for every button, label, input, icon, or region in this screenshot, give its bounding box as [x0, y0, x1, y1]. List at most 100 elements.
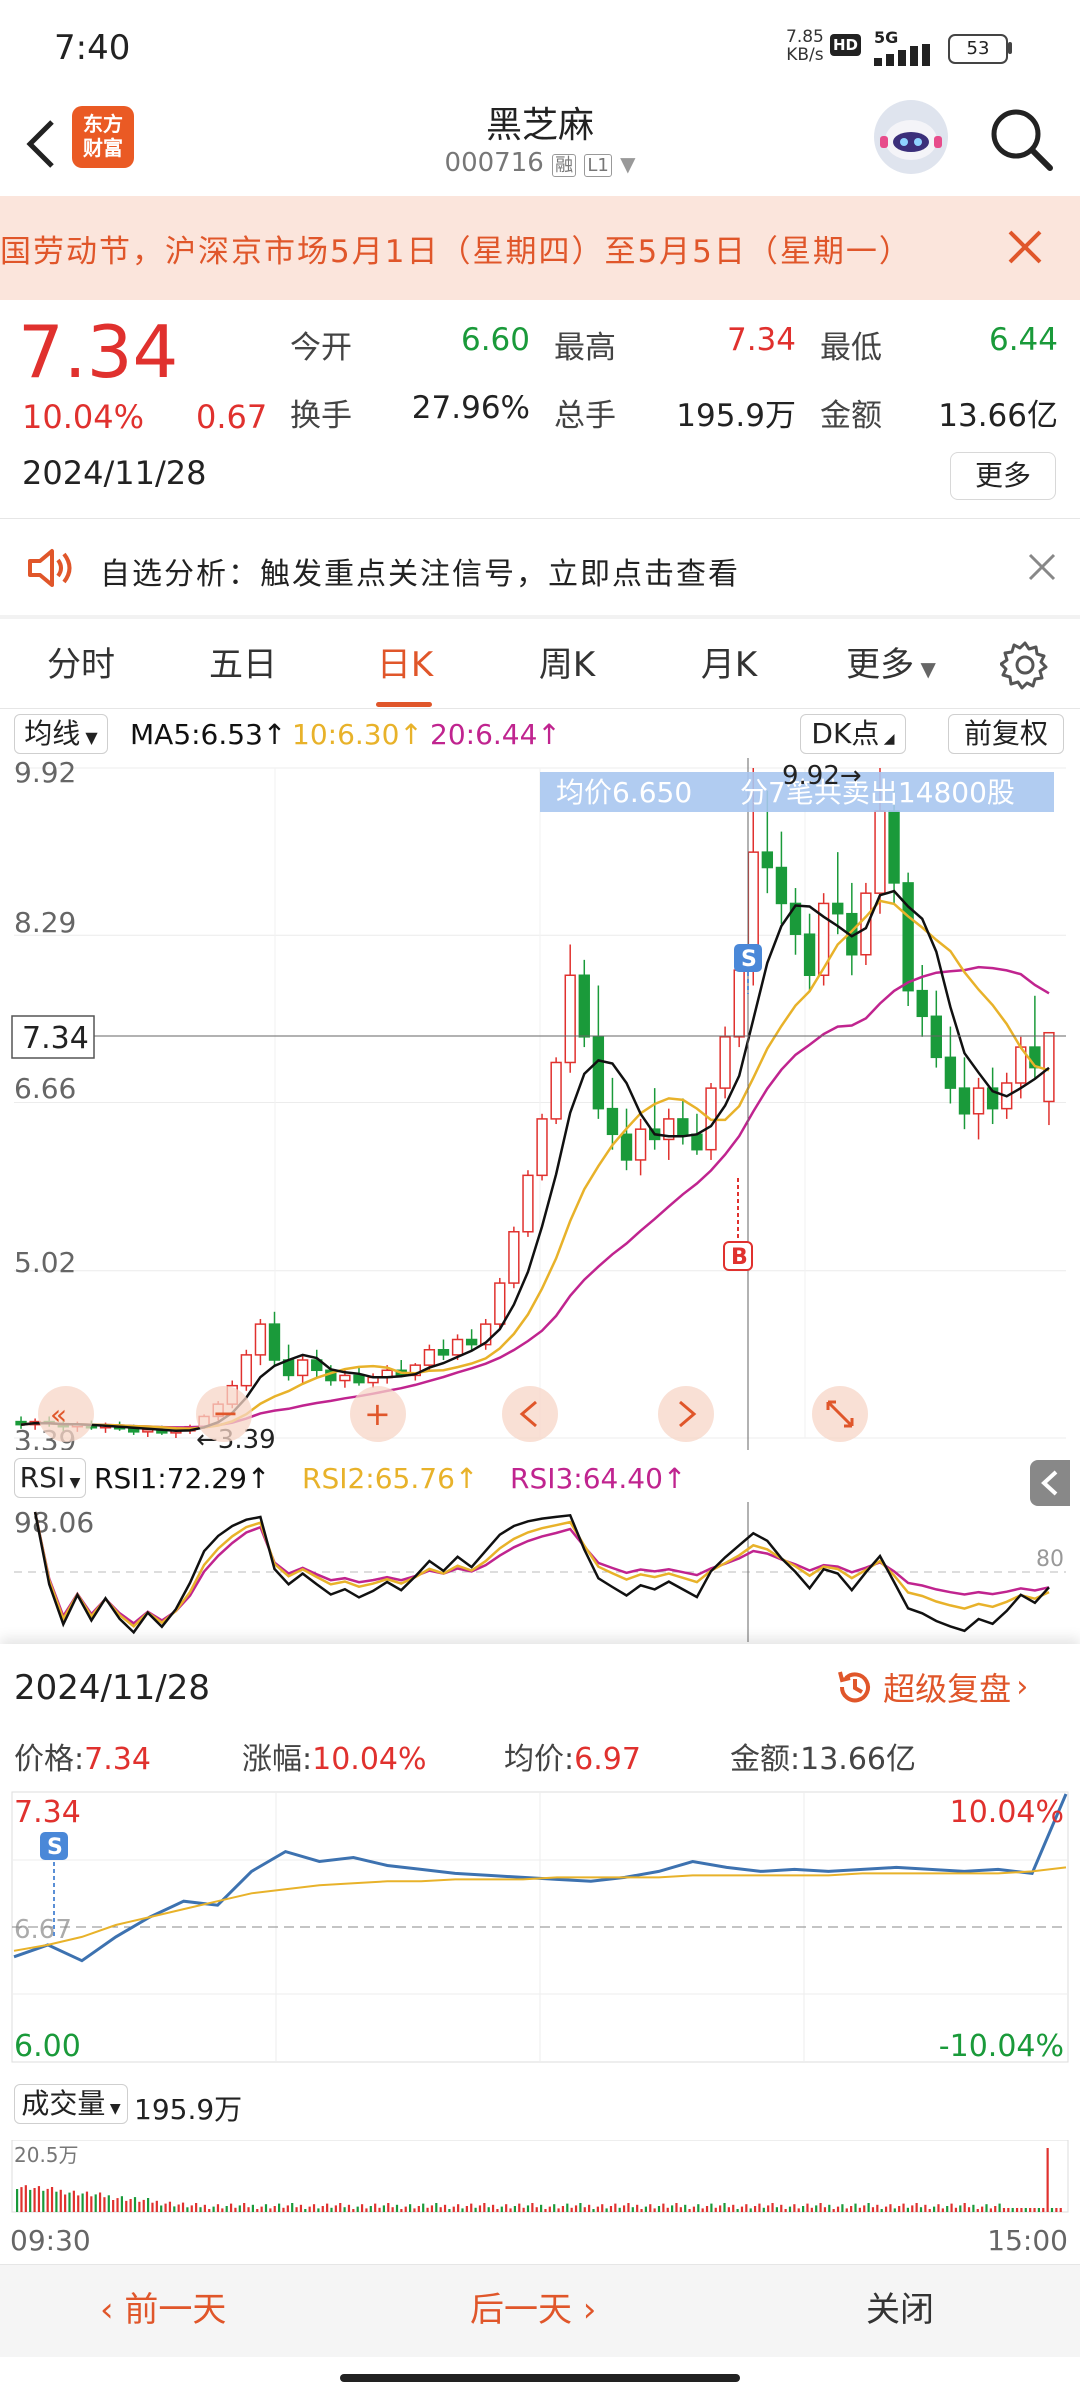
volume-label: 总手: [554, 398, 616, 434]
volume-bar: [692, 2206, 696, 2212]
volume-bar: [998, 2203, 1001, 2212]
volume-bar: [395, 2204, 399, 2212]
volume-bar: [561, 2206, 565, 2212]
volume-bar: [435, 2203, 438, 2212]
volume-bar: [1059, 2208, 1062, 2212]
volume-bar: [334, 2205, 337, 2212]
settings-button[interactable]: [999, 640, 1050, 690]
search-button[interactable]: [986, 104, 1056, 174]
more-quote-button[interactable]: 更多: [950, 452, 1056, 500]
status-bar: 7:40 7.85 KB/s HD 5G 53: [0, 0, 1080, 96]
volume-bar: [710, 2203, 713, 2212]
volume-bar: [867, 2203, 870, 2212]
scroll-start-button[interactable]: «: [38, 1386, 94, 1442]
back-button[interactable]: [14, 108, 70, 178]
volume-bar: [1011, 2208, 1014, 2212]
volume-frame: [11, 2140, 1069, 2213]
logo-line1: 东方: [83, 112, 123, 136]
fullscreen-button[interactable]: [812, 1386, 868, 1442]
volume-bar: [684, 2204, 687, 2212]
volume-bar: [941, 2208, 944, 2212]
indicator-select[interactable]: 均线 ▼: [14, 714, 108, 754]
candle: [1043, 1031, 1055, 1103]
close-replay-button[interactable]: 关闭: [866, 2265, 934, 2355]
volume-bar: [981, 2206, 984, 2212]
volume-bar: [208, 2209, 211, 2212]
prev-day-button[interactable]: ‹ 前一天: [100, 2265, 226, 2355]
margin-tag: 融: [552, 154, 577, 177]
robot-assistant-icon[interactable]: [874, 100, 948, 174]
kline-grid: [14, 767, 1066, 1439]
intraday-sell-marker-text: S: [47, 1835, 63, 1860]
volume-bar: [42, 2190, 45, 2212]
tab-intraday[interactable]: 分时: [6, 620, 156, 710]
volume-bar: [387, 2203, 390, 2212]
y-label-5: 5.02: [14, 1246, 76, 1279]
analysis-banner[interactable]: 自选分析：触发重点关注信号，立即点击查看: [0, 519, 1080, 615]
analysis-close-button[interactable]: [1024, 549, 1060, 585]
tab-monthly-k[interactable]: 月K: [654, 620, 804, 710]
volume-bar: [841, 2204, 844, 2212]
volume-bar: [819, 2203, 822, 2212]
volume-bars: [16, 2148, 1062, 2212]
low-label: 最低: [820, 330, 882, 366]
candle: [339, 1374, 351, 1382]
dropdown-icon: ▼: [620, 152, 636, 176]
volume-bar: [863, 2205, 866, 2212]
volume-bar: [409, 2204, 412, 2212]
intraday-pct-bottom: -10.04%: [939, 2029, 1064, 2064]
volume-bar: [216, 2204, 220, 2212]
scroll-right-button[interactable]: [658, 1386, 714, 1442]
replay-price-label: 价格:: [14, 1742, 85, 1777]
candle: [789, 902, 802, 935]
volume-bar: [788, 2206, 792, 2212]
replay-price: 价格:7.34: [14, 1734, 151, 1778]
candle: [508, 1231, 520, 1284]
replay-price-value: 7.34: [84, 1742, 151, 1777]
replay-amount: 金额:13.66亿: [730, 1734, 916, 1778]
rsi2-value: RSI2:65.76↑: [302, 1462, 479, 1495]
candle: [437, 1349, 450, 1356]
volume-bar: [256, 2209, 259, 2212]
intraday-chart[interactable]: 7.34 6.67 6.00 10.04% -10.04% S: [0, 1788, 1080, 2132]
volume-bar: [1029, 2208, 1032, 2212]
super-replay-button[interactable]: 超级复盘 ›: [832, 1664, 1028, 1710]
volume-bar: [933, 2206, 936, 2212]
next-day-button[interactable]: 后一天 ›: [470, 2265, 596, 2355]
volume-bar: [103, 2197, 106, 2212]
candle: [888, 810, 900, 884]
dk-point-button[interactable]: DK点 ◢: [800, 714, 906, 754]
replay-amount-label: 金额:: [730, 1742, 801, 1777]
collapse-panel-button[interactable]: [1030, 1460, 1070, 1506]
max-price-marker: 9.92→: [782, 761, 862, 791]
zoom-out-button[interactable]: −: [196, 1386, 252, 1442]
battery-level: 53: [966, 38, 990, 59]
y-label-2: 8.29: [14, 906, 76, 939]
volume-bar: [850, 2206, 853, 2212]
tab-weekly-k[interactable]: 周K: [492, 620, 642, 710]
volume-select[interactable]: 成交量 ▼: [14, 2084, 128, 2124]
kline-chart[interactable]: 9.92 8.29 6.66 5.02 3.39 7.34 均价6.650 分7…: [0, 758, 1080, 1450]
tab-more[interactable]: 更多 ▼: [816, 620, 966, 710]
volume-bar: [286, 2205, 289, 2212]
tab-daily-k[interactable]: 日K: [330, 620, 480, 710]
rsi1-value: RSI1:72.29↑: [94, 1462, 271, 1495]
volume-bar: [155, 2200, 158, 2212]
rsi3-value: RSI3:64.40↑: [510, 1462, 687, 1495]
volume-bar: [382, 2205, 385, 2212]
rsi-indicator-select[interactable]: RSI ▼: [14, 1458, 86, 1498]
replay-avg-value: 6.97: [574, 1742, 641, 1777]
volume-bar: [994, 2206, 997, 2212]
zoom-in-button[interactable]: +: [350, 1386, 406, 1442]
scroll-left-button[interactable]: [502, 1386, 558, 1442]
volume-bar: [98, 2192, 102, 2212]
kline-legend: 均线 ▼ MA5:6.53↑ 10:6.30↑ 20:6.44↑ DK点 ◢ 前…: [0, 712, 1080, 756]
volume-bar: [72, 2190, 75, 2212]
replay-pct: 涨幅:10.04%: [242, 1734, 427, 1778]
adjust-button[interactable]: 前复权: [948, 714, 1064, 754]
stock-code-row[interactable]: 000716 融 L1 ▼: [340, 148, 740, 178]
volume-bar: [662, 2203, 665, 2212]
holiday-notice-bar[interactable]: 国劳动节，沪深京市场5月1日（星期四）至5月5日（星期一）: [0, 196, 1080, 300]
notice-close-button[interactable]: [1002, 224, 1048, 270]
tab-five-day[interactable]: 五日: [168, 620, 318, 710]
